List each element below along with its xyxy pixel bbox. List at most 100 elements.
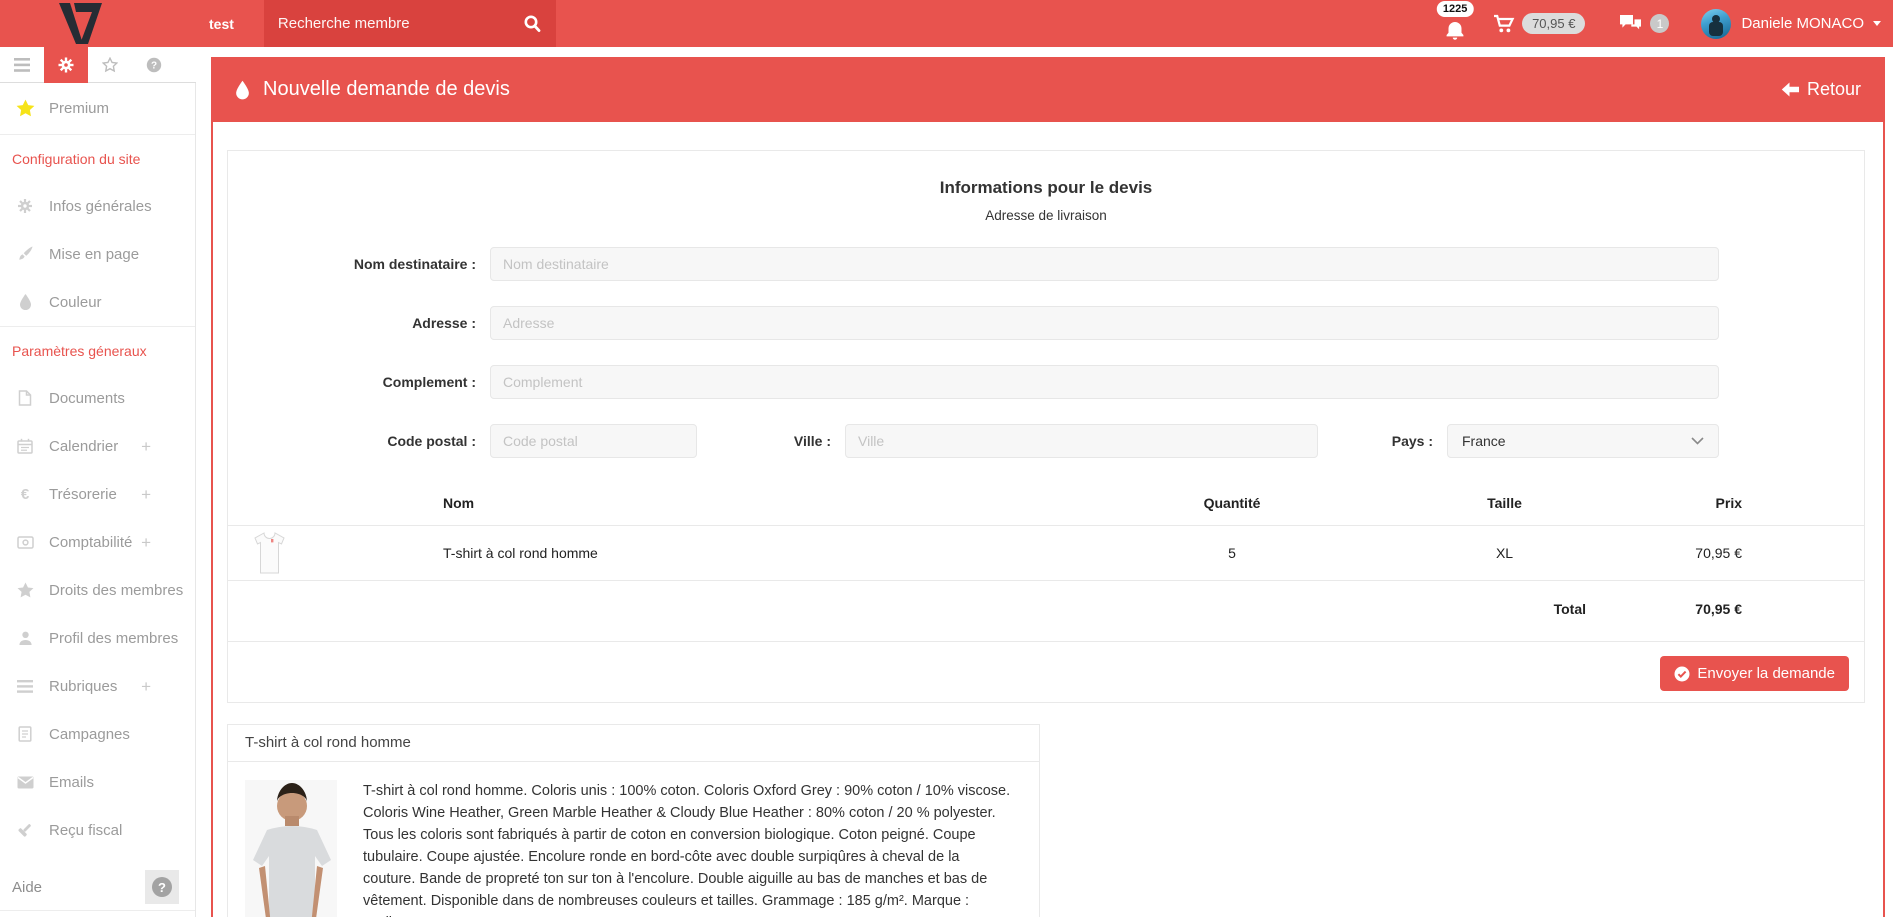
send-request-button[interactable]: Envoyer la demande (1660, 656, 1849, 691)
product-card-title: T-shirt à col rond homme (228, 725, 1039, 762)
sidebar-help-row: Aide (0, 864, 195, 910)
sidebar-item-documents[interactable]: Documents (0, 374, 195, 422)
cart-amount-badge: 70,95 € (1522, 13, 1585, 34)
header-thumb-spacer (228, 483, 443, 526)
sidebar-item-calendrier[interactable]: Calendrier + (0, 422, 195, 470)
sidebar-item-label: Documents (49, 390, 125, 407)
sidebar-item-label: Premium (49, 100, 109, 117)
sidebar-item-tresorerie[interactable]: Trésorerie + (0, 470, 195, 518)
notifications-button[interactable]: 1225 (1433, 0, 1477, 47)
complement-input[interactable] (490, 365, 1719, 399)
tab-favorites[interactable] (88, 47, 132, 83)
calendar-icon (14, 438, 36, 454)
form-row-address: Adresse : (228, 306, 1864, 340)
address-label: Adresse : (228, 315, 490, 331)
sidebar-item-rubriques[interactable]: Rubriques + (0, 662, 195, 710)
row-price: 70,95 € (1632, 526, 1864, 581)
expand-plus-icon[interactable]: + (141, 438, 151, 455)
user-menu-caret-icon[interactable] (1873, 21, 1881, 26)
sidebar-item-label: Campagnes (49, 726, 130, 743)
search-input[interactable] (278, 15, 522, 32)
star-icon (14, 582, 36, 599)
help-icon: ? (146, 57, 162, 73)
premium-star-icon (14, 99, 36, 118)
list-icon (14, 680, 36, 693)
sidebar-item-profil-membres[interactable]: Profil des membres (0, 614, 195, 662)
sidebar-item-recu-fiscal[interactable]: Reçu fiscal (0, 806, 195, 854)
sidebar-item-label: Comptabilité (49, 534, 132, 551)
star-icon (102, 57, 118, 73)
chat-icon (1619, 14, 1642, 34)
sidebar-item-couleur[interactable]: Couleur (0, 278, 195, 326)
sidebar-item-comptabilite[interactable]: Comptabilité + (0, 518, 195, 566)
droplet-icon (14, 294, 36, 310)
sidebar-item-premium[interactable]: Premium (0, 83, 195, 134)
row-size: XL (1377, 526, 1632, 581)
form-rows: Nom destinataire : Adresse : Complement … (228, 247, 1864, 458)
tab-menu[interactable] (0, 47, 44, 83)
gear-icon (58, 57, 74, 73)
sidebar-heading-parametres: Paramètres géneraux (0, 327, 195, 374)
gear-icon (14, 198, 36, 214)
total-label: Total (1377, 581, 1632, 642)
cart-icon (1493, 14, 1515, 34)
top-header: test 1225 70,95 € (0, 0, 1893, 47)
sidebar-item-label: Calendrier (49, 438, 118, 455)
cart-button[interactable]: 70,95 € (1493, 13, 1585, 34)
header-quantity: Quantité (1087, 483, 1377, 526)
sidebar-item-label: Emails (49, 774, 94, 791)
user-name[interactable]: Daniele MONACO (1741, 15, 1864, 32)
order-table: Nom Quantité Taille Prix (228, 483, 1864, 642)
country-select[interactable]: France (1447, 424, 1719, 458)
sidebar-item-infos-generales[interactable]: Infos générales (0, 182, 195, 230)
product-card: T-shirt à col rond homme (227, 724, 1040, 917)
user-avatar[interactable] (1701, 9, 1731, 39)
sidebar-item-mise-en-page[interactable]: Mise en page (0, 230, 195, 278)
banknote-icon (14, 536, 36, 549)
logo-icon (57, 3, 107, 45)
recipient-label: Nom destinataire : (228, 256, 490, 272)
complement-label: Complement : (228, 374, 490, 390)
user-icon (14, 630, 36, 646)
country-label: Pays : (1318, 433, 1447, 449)
messages-button[interactable]: 1 (1619, 14, 1669, 34)
city-label: Ville : (697, 433, 845, 449)
help-button[interactable] (145, 870, 179, 904)
submit-row: Envoyer la demande (228, 642, 1864, 691)
sidebar-item-campagnes[interactable]: Campagnes (0, 710, 195, 758)
city-input[interactable] (845, 424, 1318, 458)
product-card-body: T-shirt à col rond homme. Coloris unis :… (228, 762, 1039, 917)
postal-code-input[interactable] (490, 424, 697, 458)
chevron-down-icon (1691, 437, 1704, 445)
back-button[interactable]: Retour (1781, 79, 1861, 100)
expand-plus-icon[interactable]: + (141, 534, 151, 551)
sidebar-item-label: Couleur (49, 294, 102, 311)
sidebar: Premium Configuration du site Infos géné… (0, 83, 196, 917)
svg-text:?: ? (151, 61, 157, 72)
row-product-name: T-shirt à col rond homme (443, 526, 1087, 581)
sidebar-heading-configuration: Configuration du site (0, 135, 195, 182)
form-row-recipient: Nom destinataire : (228, 247, 1864, 281)
app-logo[interactable] (0, 0, 163, 47)
form-row-city-country: Code postal : Ville : Pays : France (228, 424, 1864, 458)
tshirt-thumbnail (254, 532, 285, 574)
sidebar-item-emails[interactable]: Emails (0, 758, 195, 806)
tab-settings[interactable] (44, 47, 88, 83)
header-size: Taille (1377, 483, 1632, 526)
recipient-input[interactable] (490, 247, 1719, 281)
order-table-total-row: Total 70,95 € (228, 581, 1864, 642)
sidebar-divider (0, 910, 195, 911)
bell-icon (1443, 19, 1467, 43)
tab-help[interactable]: ? (132, 47, 176, 83)
expand-plus-icon[interactable]: + (141, 486, 151, 503)
expand-plus-icon[interactable]: + (141, 678, 151, 695)
address-input[interactable] (490, 306, 1719, 340)
question-icon (152, 877, 172, 897)
workspace-label: test (209, 16, 234, 32)
quote-form-card: Informations pour le devis Adresse de li… (227, 150, 1865, 703)
sidebar-item-droits-membres[interactable]: Droits des membres (0, 566, 195, 614)
topbar-right: 1225 70,95 € 1 Daniele MONACO (1433, 0, 1893, 47)
droplet-icon (235, 80, 250, 100)
search-icon[interactable] (522, 14, 542, 34)
header-name: Nom (443, 483, 1087, 526)
